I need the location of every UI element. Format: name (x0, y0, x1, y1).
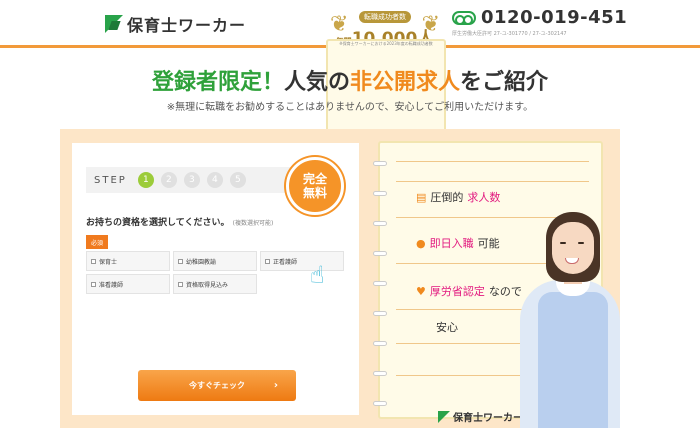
headline-part-4: をご紹介 (460, 70, 549, 95)
site-header: 保育士ワーカー ❦ ❦ 転職成功者数 年間10,000人 ※保育士ワーカーにおけ… (0, 0, 700, 317)
option-hoikushi[interactable]: 保育士 (86, 251, 170, 271)
question-label: お持ちの資格を選択してください。 (複数選択可能) (86, 215, 273, 228)
feature-immediate-start: ● 即日入職 可能 (416, 235, 500, 251)
option-label: 准看護師 (99, 281, 124, 289)
feature-3-text: なので (488, 285, 522, 298)
feature-3-continuation: 安心 (436, 321, 458, 334)
nursery-staff-photo (520, 208, 620, 428)
check-now-button[interactable]: 今すぐチェック › (138, 370, 296, 401)
ring-icon (373, 281, 387, 286)
free-badge-line-2: 無料 (302, 186, 327, 200)
person-face (552, 222, 594, 274)
step-label: STEP (94, 174, 127, 186)
question-text: お持ちの資格を選択してください。 (86, 218, 230, 228)
person-icon: ● (416, 236, 426, 250)
step-5: 5 (229, 172, 246, 188)
page-headline: 登録者限定！人気の非公開求人をご紹介 (0, 64, 700, 96)
option-label: 正看護師 (273, 258, 298, 266)
step-1: 1 (137, 172, 154, 188)
step-2: 2 (160, 172, 177, 188)
ring-icon (373, 371, 387, 376)
free-badge: 完全 無料 (286, 157, 344, 215)
ring-icon (373, 401, 387, 406)
ring-icon (373, 251, 387, 256)
ring-icon (373, 311, 387, 316)
option-expected-qualification[interactable]: 資格取得見込み (173, 274, 257, 294)
checkbox[interactable] (265, 258, 270, 264)
person-apron (538, 292, 608, 428)
brand-mark-icon (438, 410, 450, 423)
person-eye (578, 242, 584, 244)
award-badge: ❦ ❦ 転職成功者数 年間10,000人 ※保育士ワーカーにおける2023年度の… (326, 4, 446, 317)
option-assistant-nurse[interactable]: 准看護師 (86, 274, 170, 294)
option-kindergarten-teacher[interactable]: 幼稚園教諭 (173, 251, 257, 271)
question-note: (複数選択可能) (232, 220, 274, 227)
landing-page: 保育士ワーカー ❦ ❦ 転職成功者数 年間10,000人 ※保育士ワーカーにおけ… (0, 0, 700, 428)
feature-job-count: ▤ 圧倒的 求人数 (416, 189, 500, 205)
step-indicator: STEP 1 2 3 4 5 (86, 167, 306, 193)
checkbox[interactable] (178, 281, 183, 287)
brand-logo[interactable]: 保育士ワーカー (105, 12, 246, 36)
feature-2-highlight: 即日入職 (429, 237, 474, 250)
feature-1-highlight: 求人数 (467, 191, 501, 204)
freedial-icon (452, 10, 476, 25)
ring-icon (373, 341, 387, 346)
checkbox[interactable] (178, 258, 183, 264)
chevron-right-icon: › (273, 380, 278, 391)
ring-icon (373, 191, 387, 196)
option-label: 資格取得見込み (186, 281, 229, 289)
document-icon: ▤ (416, 190, 427, 204)
headline-part-1: 登録者限定！ (151, 70, 284, 95)
ring-icon (373, 221, 387, 226)
award-title: 転職成功者数 (359, 11, 411, 23)
notebook-logo: 保育士ワーカー (438, 409, 523, 424)
cta-label: 今すぐチェック (189, 381, 245, 390)
brand-name: 保育士ワーカー (127, 16, 247, 35)
license-text: 厚生労働大臣許可 27-ユ-301770 / 27-ユ-302147 (452, 31, 567, 37)
feature-3-highlight: 厚労省認定 (429, 285, 485, 298)
step-3: 3 (183, 172, 200, 188)
required-badge: 必須 (86, 235, 108, 249)
qualification-options: 保育士 幼稚園教諭 正看護師 准看護師 資格取得見込み (86, 251, 344, 294)
notebook-logo-name: 保育士ワーカー (453, 413, 523, 424)
pointing-hand-icon: ☝ (310, 261, 325, 289)
phone-number: 0120-019-451 (481, 7, 628, 28)
qualification-form: STEP 1 2 3 4 5 完全 無料 お持ちの資格を選択してください。 (複… (72, 143, 359, 415)
option-label: 保育士 (99, 258, 118, 266)
reassurance-note: ※無理に転職をお勧めすることはありませんので、安心してご利用いただけます。 (166, 102, 534, 113)
note-line (396, 161, 589, 162)
laurel-right-icon: ❦ (421, 12, 440, 37)
checkbox[interactable] (91, 281, 96, 287)
option-registered-nurse[interactable]: 正看護師 (260, 251, 344, 271)
brand-mark-icon (105, 15, 123, 33)
headline-part-3: 非公開求人 (350, 70, 461, 95)
person-eye (560, 242, 566, 244)
option-label: 幼稚園教諭 (186, 258, 217, 266)
feature-certified: ♥ 厚労省認定 なので (416, 283, 522, 299)
heart-icon: ♥ (416, 284, 426, 298)
note-line (396, 181, 589, 182)
feature-2-text: 可能 (477, 237, 500, 250)
free-badge-line-1: 完全 (302, 172, 327, 186)
phone-contact[interactable]: 0120-019-451 (452, 7, 627, 28)
step-4: 4 (206, 172, 223, 188)
ring-icon (373, 161, 387, 166)
checkbox[interactable] (91, 258, 96, 264)
feature-1-text: 圧倒的 (430, 191, 464, 204)
headline-part-2: 人気の (283, 70, 350, 95)
laurel-left-icon: ❦ (330, 12, 349, 37)
